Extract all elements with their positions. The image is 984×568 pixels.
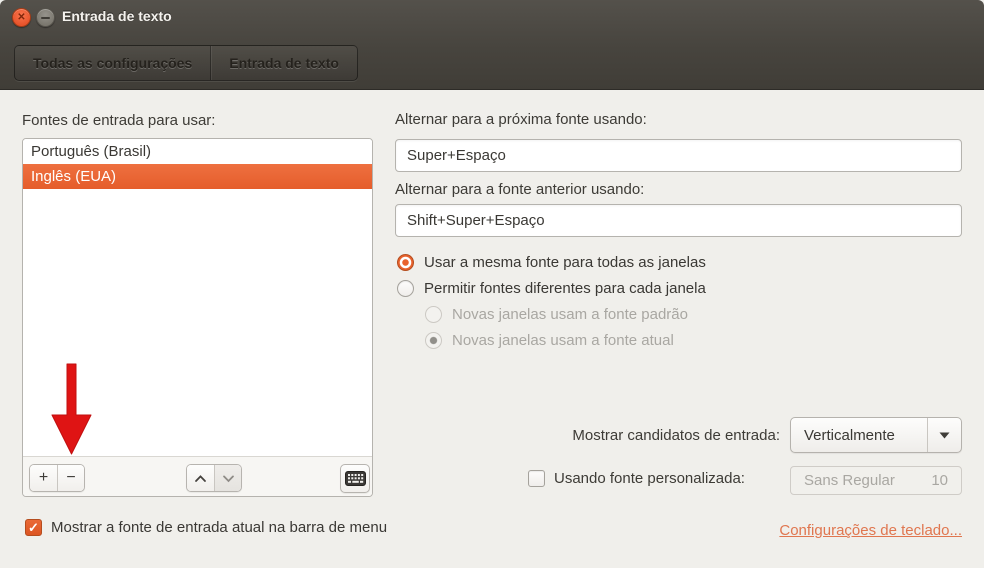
- text-entry-window: ✕ Entrada de texto Todas as configuraçõe…: [0, 0, 984, 568]
- candidates-dropdown-value: Verticalmente: [804, 426, 895, 444]
- input-sources-list[interactable]: Português (Brasil) Inglês (EUA): [23, 139, 372, 456]
- show-in-menubar-row[interactable]: ✓ Mostrar a fonte de entrada atual na ba…: [25, 519, 387, 536]
- move-group: [186, 464, 242, 492]
- font-name-value: Sans Regular: [804, 472, 895, 489]
- move-down-button[interactable]: [214, 465, 241, 491]
- window-title: Entrada de texto: [62, 8, 172, 24]
- checkmark-icon: ✓: [28, 519, 39, 535]
- prev-source-label: Alternar para a fonte anterior usando:: [395, 181, 645, 198]
- radio-same-font-label: Usar a mesma fonte para todas as janelas: [424, 254, 706, 271]
- close-button[interactable]: ✕: [12, 8, 31, 27]
- list-item-english-selected[interactable]: Inglês (EUA): [23, 164, 372, 189]
- next-source-label: Alternar para a próxima fonte usando:: [395, 111, 647, 128]
- minimize-icon: [41, 16, 50, 19]
- header-button-group: Todas as configurações Entrada de texto: [14, 45, 358, 81]
- radio-different-fonts-label: Permitir fontes diferentes para cada jan…: [424, 280, 706, 297]
- show-in-menubar-checkbox[interactable]: ✓: [25, 519, 42, 536]
- custom-font-row: Usando fonte personalizada:: [528, 470, 745, 487]
- move-up-button[interactable]: [187, 465, 214, 491]
- input-sources-label: Fontes de entrada para usar:: [22, 112, 216, 129]
- show-keyboard-layout-button[interactable]: [340, 464, 370, 493]
- keyboard-icon: [344, 471, 366, 486]
- radio-same-font[interactable]: Usar a mesma fonte para todas as janelas: [397, 254, 706, 271]
- keyboard-settings-link[interactable]: Configurações de teclado...: [779, 522, 962, 539]
- radio-different-fonts[interactable]: Permitir fontes diferentes para cada jan…: [397, 280, 706, 297]
- chevron-up-icon: [195, 474, 206, 482]
- radio-new-windows-default: Novas janelas usam a fonte padrão: [425, 306, 688, 323]
- close-icon: ✕: [17, 11, 26, 23]
- add-input-source-button[interactable]: +: [30, 465, 57, 491]
- custom-font-label: Usando fonte personalizada:: [554, 470, 745, 487]
- candidates-label: Mostrar candidatos de entrada:: [572, 427, 780, 444]
- candidates-dropdown[interactable]: Verticalmente: [790, 417, 962, 453]
- font-size-value: 10: [931, 472, 948, 489]
- font-picker-button: Sans Regular 10: [790, 466, 962, 495]
- list-toolbar: + −: [23, 456, 372, 496]
- radio-new-windows-current-label: Novas janelas usam a fonte atual: [452, 332, 674, 349]
- titlebar[interactable]: ✕ Entrada de texto: [0, 0, 984, 35]
- show-in-menubar-label: Mostrar a fonte de entrada atual na barr…: [51, 519, 388, 536]
- prev-source-shortcut-input[interactable]: [395, 204, 962, 237]
- list-item-portuguese[interactable]: Português (Brasil): [23, 139, 372, 164]
- chevron-down-icon: [222, 475, 234, 482]
- radio-disabled-on-icon: [425, 332, 442, 349]
- dropdown-arrow-icon: [927, 418, 961, 452]
- input-sources-frame: Português (Brasil) Inglês (EUA) + −: [22, 138, 373, 497]
- remove-input-source-button[interactable]: −: [57, 465, 84, 491]
- add-remove-group: + −: [29, 464, 85, 492]
- text-entry-panel-button[interactable]: Entrada de texto: [210, 46, 357, 80]
- window-header: ✕ Entrada de texto Todas as configuraçõe…: [0, 0, 984, 90]
- radio-new-windows-default-label: Novas janelas usam a fonte padrão: [452, 306, 688, 323]
- radio-new-windows-current: Novas janelas usam a fonte atual: [425, 332, 674, 349]
- all-settings-button[interactable]: Todas as configurações: [15, 46, 210, 80]
- radio-disabled-off-icon: [425, 306, 442, 323]
- radio-off-icon: [397, 280, 414, 297]
- custom-font-checkbox[interactable]: [528, 470, 545, 487]
- radio-on-icon: [397, 254, 414, 271]
- minimize-button[interactable]: [36, 8, 55, 27]
- next-source-shortcut-input[interactable]: [395, 139, 962, 172]
